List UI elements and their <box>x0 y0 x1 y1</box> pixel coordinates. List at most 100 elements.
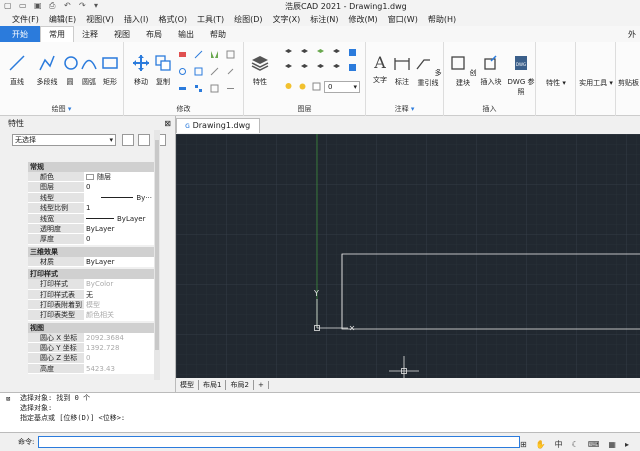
fillet-icon[interactable] <box>210 67 219 76</box>
menu-draw[interactable]: 绘图(D) <box>234 14 262 25</box>
layer-on-icon[interactable] <box>284 48 293 57</box>
move-button[interactable]: 移动 <box>130 54 152 87</box>
table-row[interactable]: 圆心 X 坐标 2092.3684 <box>28 332 154 344</box>
properties-panel-button[interactable]: 特性 ▾ <box>538 78 574 88</box>
tab-layout[interactable]: 布局 <box>138 26 170 42</box>
ime-icon[interactable]: 中 <box>555 439 563 450</box>
layout-tab-layout2[interactable]: 布局2 <box>226 380 254 390</box>
properties-scrollbar[interactable] <box>154 130 160 380</box>
tab-annotate[interactable]: 注释 <box>74 26 106 42</box>
stretch-icon[interactable] <box>178 84 187 93</box>
multileader-button[interactable]: 多重引线 <box>414 54 442 88</box>
menu-format[interactable]: 格式(O) <box>158 14 187 25</box>
menu-view[interactable]: 视图(V) <box>86 14 114 25</box>
menu-dimension[interactable]: 标注(N) <box>310 14 338 25</box>
panel-utilities[interactable]: 实用工具 ▾ <box>576 42 616 116</box>
arc-button[interactable]: 圆弧 <box>80 54 98 87</box>
tab-start[interactable]: 开始 <box>0 26 40 42</box>
layout-tab-model[interactable]: 模型 <box>176 380 199 390</box>
menu-modify[interactable]: 修改(M) <box>349 14 378 25</box>
panel-clipboard[interactable]: 剪贴板 <box>616 42 640 116</box>
dwg-reference-button[interactable]: DWG DWG 参照 <box>506 54 536 97</box>
menu-file[interactable]: 文件(F) <box>12 14 39 25</box>
layer-dropdown[interactable]: 0 ▾ <box>324 81 360 93</box>
erase-icon[interactable] <box>178 50 187 59</box>
close-icon[interactable]: ⊠ <box>164 119 171 128</box>
layer-lock-icon[interactable] <box>316 48 325 57</box>
array-icon[interactable] <box>194 84 203 93</box>
utilities-panel-button[interactable]: 实用工具 ▾ <box>576 78 616 88</box>
layer-off-icon[interactable] <box>284 63 293 72</box>
dropdown-icon[interactable]: ▾ <box>94 2 102 10</box>
sun-icon[interactable] <box>298 82 307 91</box>
layer-thaw-icon[interactable] <box>300 63 309 72</box>
open-icon[interactable]: ▭ <box>19 2 27 10</box>
rotate-icon[interactable] <box>178 67 187 76</box>
table-row[interactable]: 打印样式 ByColor <box>28 279 154 290</box>
tab-output[interactable]: 输出 <box>170 26 202 42</box>
layer-merge-icon[interactable] <box>348 63 357 72</box>
save-icon[interactable]: ▣ <box>34 2 42 10</box>
tab-common[interactable]: 常用 <box>40 26 74 42</box>
toggle-pickadd-button[interactable] <box>122 134 134 146</box>
layer-freeze-icon[interactable] <box>300 48 309 57</box>
layer-match-icon[interactable] <box>348 48 357 57</box>
explode-icon[interactable] <box>226 67 235 76</box>
table-row[interactable]: 图层 0 <box>28 182 154 193</box>
table-row[interactable]: 线宽 ByLayer <box>28 213 154 224</box>
keyboard-icon[interactable]: ⌨ <box>588 440 600 449</box>
table-row[interactable]: 材质 ByLayer <box>28 256 154 268</box>
more-icon[interactable]: ▸ <box>625 440 629 449</box>
table-row[interactable]: 线型 By··· <box>28 192 154 204</box>
copy-button[interactable]: 复制 <box>152 54 174 87</box>
tab-help[interactable]: 帮助 <box>202 26 234 42</box>
tab-overflow[interactable]: 外 <box>628 26 640 42</box>
table-row[interactable]: 打印表附着到 模型 <box>28 299 154 311</box>
offset-icon[interactable] <box>194 67 203 76</box>
group-view[interactable]: 视图 <box>28 322 154 333</box>
group-plot-style[interactable]: 打印样式 <box>28 269 154 280</box>
circle-button[interactable]: 圆 <box>62 54 78 87</box>
group-3d-effects[interactable]: 三维效果 <box>28 246 154 257</box>
grid-icon[interactable]: ⊞ <box>520 440 527 449</box>
table-row[interactable]: 打印样式表无 <box>28 289 154 300</box>
moon-icon[interactable]: ☾ <box>572 440 579 449</box>
table-row[interactable]: 透明度 ByLayer <box>28 223 154 235</box>
drawing-canvas[interactable]: Y <box>176 134 640 378</box>
menu-text[interactable]: 文字(X) <box>273 14 301 25</box>
menu-insert[interactable]: 插入(I) <box>124 14 149 25</box>
scale-icon[interactable] <box>226 50 235 59</box>
menu-window[interactable]: 窗口(W) <box>388 14 418 25</box>
insert-block-button[interactable]: 插入块 <box>478 54 504 87</box>
document-tab[interactable]: ɢ Drawing1.dwg ✕ <box>176 118 260 143</box>
redo-icon[interactable]: ↷ <box>79 2 87 10</box>
command-input[interactable] <box>38 436 521 448</box>
panel-properties[interactable]: 特性 ▾ <box>536 42 576 116</box>
menu-help[interactable]: 帮助(H) <box>428 14 456 25</box>
clipboard-panel-button[interactable]: 剪贴板 <box>618 78 640 88</box>
table-row[interactable]: 圆心 Y 坐标 1392.728 <box>28 343 154 354</box>
layer-isolate-icon[interactable] <box>332 48 341 57</box>
layout-tab-layout1[interactable]: 布局1 <box>199 380 227 390</box>
lightbulb-icon[interactable] <box>284 82 293 91</box>
close-command-icon[interactable]: ⊠ <box>6 395 10 403</box>
dimension-button[interactable]: 标注 <box>392 54 412 87</box>
polyline-button[interactable]: 多段线 <box>34 54 60 87</box>
group-general[interactable]: 常规 <box>28 162 154 172</box>
table-row[interactable]: 高度 5423.43 <box>28 363 154 375</box>
rectangle-button[interactable]: 矩形 <box>100 54 120 87</box>
table-row[interactable]: 打印表类型 颜色相关 <box>28 310 154 321</box>
chamfer-icon[interactable] <box>210 84 219 93</box>
print-icon[interactable]: ⎙ <box>49 2 57 10</box>
table-row[interactable]: 厚度 0 <box>28 234 154 245</box>
menu-tools[interactable]: 工具(T) <box>197 14 224 25</box>
selection-dropdown[interactable]: 无选择 <box>12 134 116 146</box>
layer-walk-icon[interactable] <box>332 63 341 72</box>
tab-view[interactable]: 视图 <box>106 26 138 42</box>
text-button[interactable]: A 文字 <box>370 54 390 85</box>
break-icon[interactable] <box>226 84 235 93</box>
tray-icon[interactable]: ▦ <box>608 440 616 449</box>
scrollbar-thumb[interactable] <box>155 140 159 350</box>
new-icon[interactable]: ▢ <box>4 2 12 10</box>
layer-properties-button[interactable]: 特性 <box>248 54 272 87</box>
